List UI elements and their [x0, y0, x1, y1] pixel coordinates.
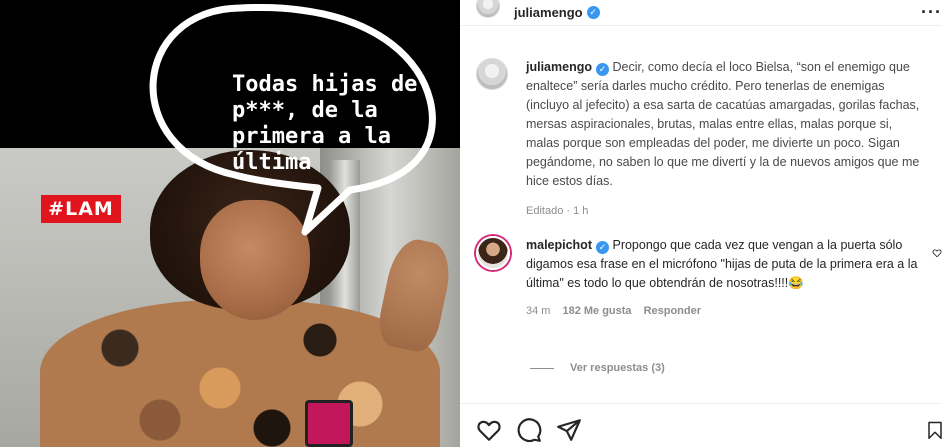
verified-check-icon: ✓	[586, 6, 600, 19]
view-replies-label[interactable]: Ver respuestas (3)	[570, 362, 665, 374]
author-username[interactable]: juliamengo	[514, 5, 583, 20]
caption-author-username[interactable]: juliamengo	[526, 60, 592, 74]
caption-meta: Editado · 1 h	[526, 205, 589, 217]
comment-time: 34 m	[526, 305, 551, 317]
caption-text: Decir, como decía el loco Bielsa, “son e…	[526, 60, 920, 188]
post-media[interactable]: #LAM Todas hijas de p***, de la primera …	[0, 0, 460, 447]
reply-button[interactable]: Responder	[644, 305, 701, 317]
replies-divider	[530, 367, 554, 369]
more-options-icon[interactable]: ···	[921, 2, 942, 23]
speech-bubble	[149, 3, 436, 236]
bookmark-icon[interactable]	[926, 417, 942, 443]
author-avatar[interactable]	[476, 0, 500, 18]
comment-item: malepichot ✓ Propongo que cada vez que ve…	[476, 236, 942, 317]
comment-likes[interactable]: 182 Me gusta	[562, 305, 631, 317]
caption-author-avatar[interactable]	[476, 58, 508, 90]
verified-check-icon: ✓	[595, 63, 609, 76]
post-header: juliamengo ✓ ···	[460, 0, 942, 26]
post-caption: juliamengo ✓ Decir, como decía el loco Bi…	[476, 58, 936, 217]
commenter-avatar[interactable]	[476, 236, 510, 270]
action-bar	[460, 403, 942, 447]
paper-plane-icon[interactable]	[556, 417, 582, 443]
comment-bubble-icon[interactable]	[516, 417, 542, 443]
commenter-username[interactable]: malepichot	[526, 238, 592, 252]
heart-icon[interactable]	[476, 417, 502, 443]
post-details-panel: juliamengo ✓ ··· juliamengo ✓ Decir, como…	[460, 0, 942, 447]
comment-like-heart-icon[interactable]	[932, 248, 942, 258]
view-replies[interactable]: Ver respuestas (3)	[530, 362, 665, 374]
speech-bubble-text: Todas hijas de p***, de la primera a la …	[232, 72, 418, 175]
verified-check-icon: ✓	[596, 241, 609, 254]
